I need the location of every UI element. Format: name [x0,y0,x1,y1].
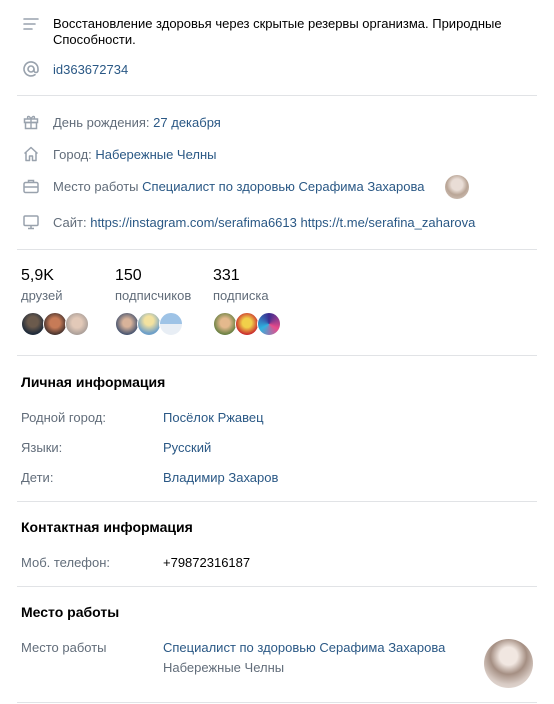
children-link[interactable]: Владимир Захаров [163,470,278,486]
separator [17,501,537,502]
job-city: Набережные Челны [163,660,285,675]
phone-value: +79872316187 [163,555,251,570]
separator [17,249,537,250]
phone-label: Моб. телефон: [21,555,111,570]
stat-friends[interactable]: 5,9K друзей [21,266,101,341]
stat-followers-label: подписчиков [115,288,192,303]
subscription-avatar[interactable] [213,312,237,336]
stat-friends-label: друзей [21,288,63,303]
follower-avatar[interactable] [115,312,139,336]
city-row: Город: Набережные Челны [53,147,217,163]
stat-subscriptions[interactable]: 331 подписка [213,266,293,341]
work-link[interactable]: Специалист по здоровью Серафима Захарова [142,179,424,194]
birthday-label: День рождения: [53,115,150,130]
home-icon [22,145,40,163]
stat-followers-count: 150 [115,267,142,284]
work-row: Место работы Специалист по здоровью Сера… [53,179,424,195]
work-avatar-small[interactable] [445,175,469,199]
city-label: Город: [53,147,92,162]
hometown-label: Родной город: [21,410,106,425]
children-label: Дети: [21,470,54,485]
birthday-row: День рождения: 27 декабря [53,115,221,131]
subscription-avatar[interactable] [235,312,259,336]
at-sign-icon [22,60,40,78]
city-link[interactable]: Набережные Челны [95,147,216,162]
site-link-telegram[interactable]: https://t.me/serafina_zaharova [301,215,476,230]
followers-avatars [115,312,185,336]
job-avatar[interactable] [484,639,533,688]
job-company-link[interactable]: Специалист по здоровью Серафима Захарова [163,640,445,656]
job-title: Место работы [21,604,120,620]
follower-avatar[interactable] [159,312,183,336]
friend-avatar[interactable] [21,312,45,336]
separator [17,95,537,96]
separator [17,586,537,587]
site-row: Сайт: https://instagram.com/serafima6613… [53,215,475,231]
languages-link[interactable]: Русский [163,440,211,456]
site-label: Сайт: [53,215,87,230]
job-label: Место работы [21,640,107,655]
personal-info-title: Личная информация [21,374,166,390]
friend-avatar[interactable] [43,312,67,336]
separator [17,355,537,356]
stat-subscriptions-count: 331 [213,267,240,284]
hometown-link[interactable]: Посёлок Ржавец [163,410,264,426]
stat-subscriptions-label: подписка [213,288,269,303]
status-text: Восстановление здоровья через скрытые ре… [53,16,502,47]
menu-lines-icon [22,15,40,33]
subscriptions-avatars [213,312,283,336]
follower-avatar[interactable] [137,312,161,336]
profile-short-id-link[interactable]: id363672734 [53,62,128,78]
monitor-icon [22,213,40,231]
subscription-avatar[interactable] [257,312,281,336]
friend-avatar[interactable] [65,312,89,336]
friends-avatars [21,312,91,336]
separator [17,702,537,703]
birthday-link[interactable]: 27 декабря [153,115,221,130]
briefcase-icon [22,177,40,195]
site-link-instagram[interactable]: https://instagram.com/serafima6613 [90,215,297,230]
contact-info-title: Контактная информация [21,519,193,535]
gift-icon [22,113,40,131]
stat-friends-count: 5,9K [21,267,54,284]
stat-followers[interactable]: 150 подписчиков [115,266,205,341]
languages-label: Языки: [21,440,63,455]
work-label: Место работы [53,179,139,194]
